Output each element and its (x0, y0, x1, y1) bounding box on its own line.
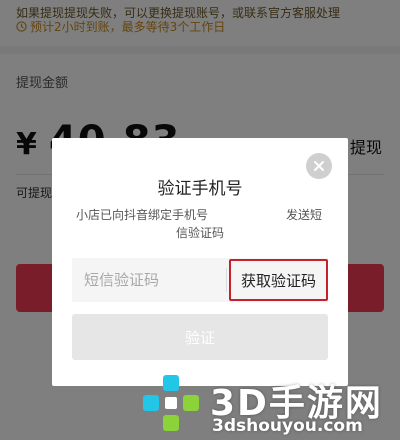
get-code-button[interactable]: 获取验证码 (229, 259, 328, 301)
dialog-description-continued: 信验证码 (176, 226, 225, 240)
watermark: 3D手游网 3dshouyou.com (140, 372, 396, 438)
close-icon (314, 161, 324, 171)
dialog-description: 小店已向抖音绑定手机号 (76, 208, 209, 222)
verify-phone-dialog: 验证手机号 小店已向抖音绑定手机号 发送短 信验证码 获取验证码 验证 (52, 138, 348, 386)
site-logo-icon (143, 375, 199, 431)
verify-button[interactable]: 验证 (72, 314, 328, 360)
dialog-description-send: 发送短 (286, 208, 323, 222)
sms-code-row: 获取验证码 (72, 258, 328, 302)
input-divider (226, 268, 227, 292)
close-button[interactable] (306, 153, 332, 179)
dialog-title: 验证手机号 (157, 179, 243, 199)
sms-code-input[interactable] (72, 258, 222, 302)
watermark-url: 3dshouyou.com (212, 416, 363, 436)
